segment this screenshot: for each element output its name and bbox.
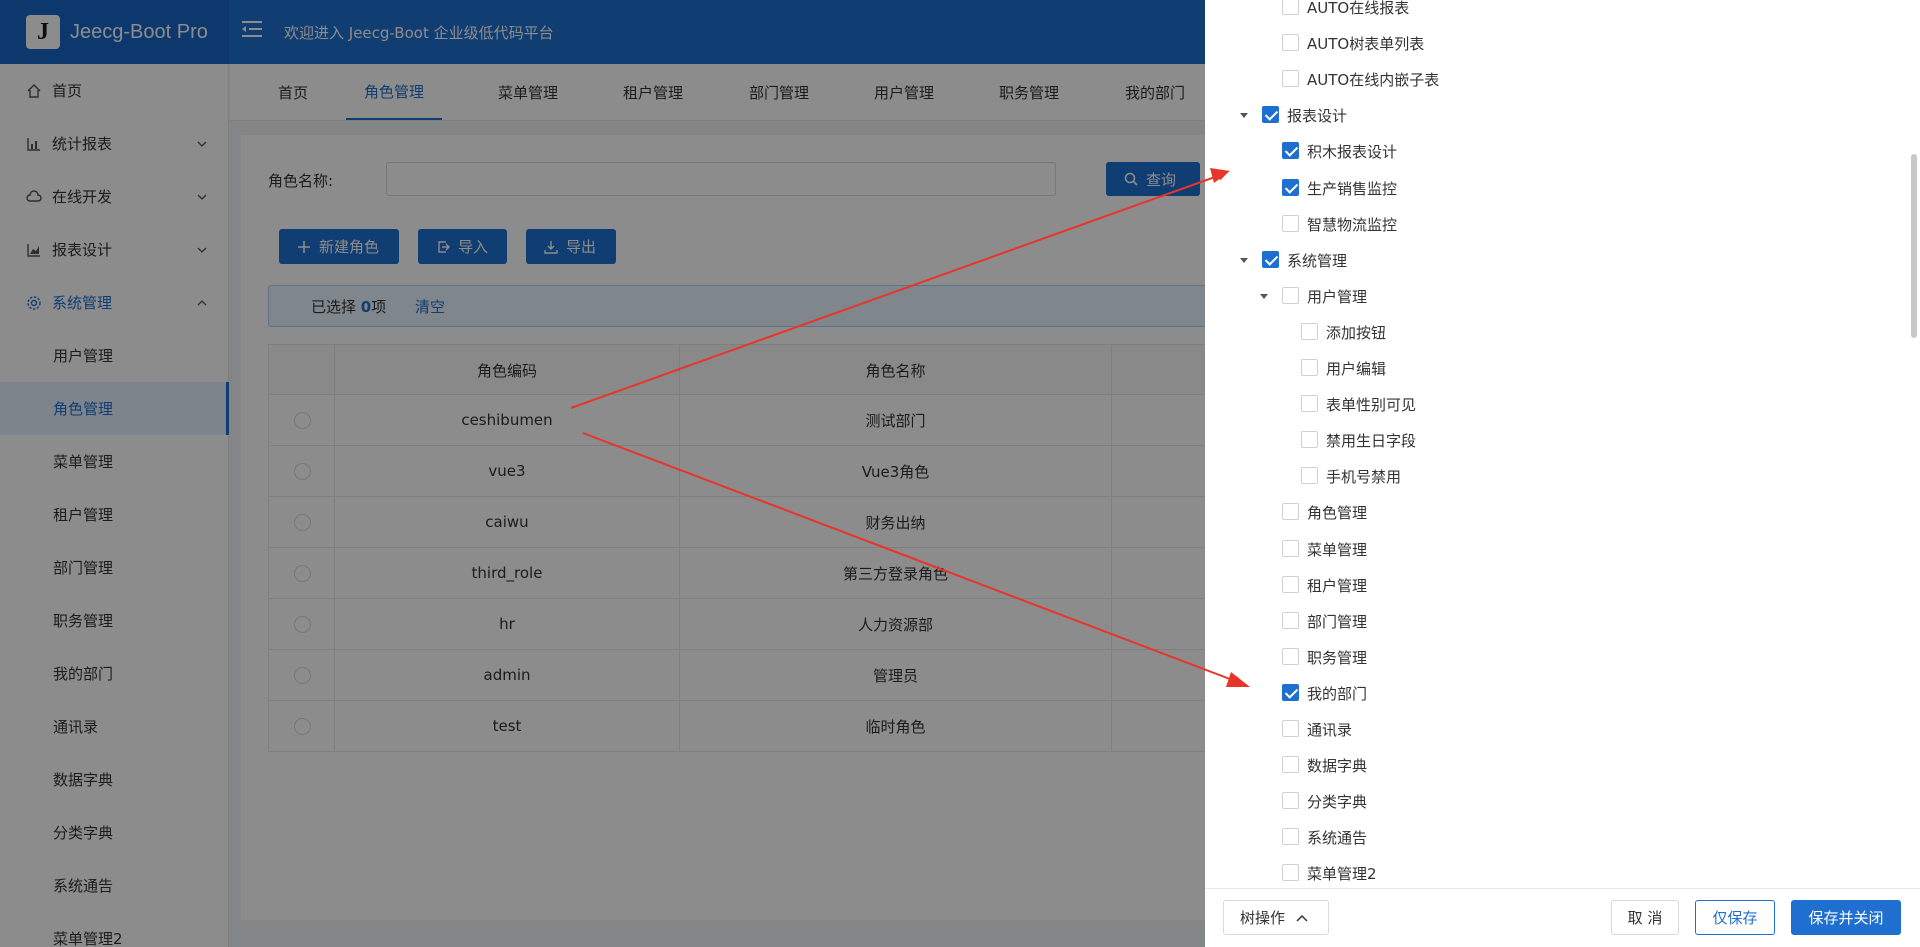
tree-node-label: 租户管理 [1307, 576, 1368, 595]
tree-checkbox[interactable] [1282, 575, 1299, 593]
tree-node-label: 智慧物流监控 [1307, 215, 1398, 234]
tree-node-label: 菜单管理2 [1307, 865, 1377, 884]
tree-node-label: 角色管理 [1307, 504, 1368, 523]
chevron-up-icon [1296, 914, 1308, 922]
tree-node-label: 系统管理 [1287, 251, 1348, 270]
tree-node-label: 部门管理 [1307, 612, 1368, 631]
tree-node-label: 禁用生日字段 [1326, 432, 1417, 451]
tree-checkbox[interactable] [1301, 395, 1318, 413]
tree-checkbox[interactable] [1282, 70, 1299, 88]
tree-node[interactable]: 手机号禁用 [1205, 462, 1905, 490]
tree-node[interactable]: 报表设计 [1205, 101, 1905, 129]
tree-checkbox[interactable] [1282, 0, 1299, 15]
tree-checkbox[interactable] [1262, 106, 1279, 124]
tree-node-label: 手机号禁用 [1326, 468, 1402, 487]
tree-node[interactable]: 积木报表设计 [1205, 137, 1905, 165]
tree-node[interactable]: 通讯录 [1205, 715, 1905, 743]
tree-checkbox[interactable] [1282, 647, 1299, 665]
tree-checkbox[interactable] [1282, 286, 1299, 304]
save-button[interactable]: 仅保存 [1695, 900, 1775, 935]
tree-checkbox[interactable] [1282, 178, 1299, 196]
tree-checkbox[interactable] [1282, 142, 1299, 160]
tree-node[interactable]: 生产销售监控 [1205, 174, 1905, 202]
tree-node-label: AUTO在线内嵌子表 [1307, 71, 1440, 90]
tree-node-label: 通讯录 [1307, 721, 1353, 739]
tree-node[interactable]: AUTO在线报表 [1205, 0, 1905, 21]
tree-node-label: 菜单管理 [1307, 540, 1368, 559]
tree-node[interactable]: 数据字典 [1205, 751, 1905, 779]
tree-node[interactable]: 角色管理 [1205, 498, 1905, 526]
caret-down-icon[interactable] [1239, 255, 1249, 265]
tree-ops-label: 树操作 [1240, 909, 1286, 927]
tree-node[interactable]: 租户管理 [1205, 571, 1905, 599]
tree-node-label: 系统通告 [1307, 829, 1368, 848]
tree-node[interactable]: 表单性别可见 [1205, 390, 1905, 418]
tree-node-label: AUTO在线报表 [1307, 0, 1410, 17]
tree-checkbox[interactable] [1301, 322, 1318, 340]
tree-node[interactable]: 职务管理 [1205, 643, 1905, 671]
tree-node-label: 表单性别可见 [1326, 396, 1417, 415]
tree-node[interactable]: 分类字典 [1205, 787, 1905, 815]
tree-node-label: 生产销售监控 [1307, 179, 1398, 198]
tree-node[interactable]: 菜单管理2 [1205, 859, 1905, 887]
cancel-button[interactable]: 取 消 [1611, 900, 1679, 935]
drawer-scrollbar[interactable] [1911, 154, 1917, 338]
tree-checkbox[interactable] [1262, 250, 1279, 268]
tree-checkbox[interactable] [1282, 756, 1299, 774]
tree-node[interactable]: 菜单管理 [1205, 535, 1905, 563]
tree-checkbox[interactable] [1301, 467, 1318, 485]
tree-node[interactable]: 添加按钮 [1205, 318, 1905, 346]
tree-node[interactable]: 禁用生日字段 [1205, 426, 1905, 454]
tree-node[interactable]: 用户管理 [1205, 282, 1905, 310]
tree-node-label: 分类字典 [1307, 793, 1368, 812]
permission-drawer: AUTO在线报表 AUTO树表单列表 AUTO在线内嵌子表报表设计积木报表设计 生产销… [1205, 0, 1920, 947]
tree-node-label: 职务管理 [1307, 648, 1368, 667]
caret-down-icon[interactable] [1259, 291, 1269, 301]
tree-node-label: 用户管理 [1307, 287, 1368, 306]
tree-node[interactable]: AUTO在线内嵌子表 [1205, 65, 1905, 93]
tree-checkbox[interactable] [1282, 214, 1299, 232]
tree-node[interactable]: 我的部门 [1205, 679, 1905, 707]
tree-node-label: AUTO树表单列表 [1307, 35, 1425, 54]
tree-checkbox[interactable] [1282, 539, 1299, 557]
tree-node-label: 报表设计 [1287, 107, 1348, 126]
tree-node[interactable]: 部门管理 [1205, 607, 1905, 635]
tree-checkbox[interactable] [1282, 864, 1299, 882]
tree-checkbox[interactable] [1301, 359, 1318, 376]
drawer-mask[interactable] [0, 0, 1205, 947]
tree-checkbox[interactable] [1282, 611, 1299, 629]
save-close-button[interactable]: 保存并关闭 [1791, 900, 1901, 935]
tree-node-label: 添加按钮 [1326, 323, 1387, 342]
tree-node[interactable]: 系统通告 [1205, 823, 1905, 851]
tree-checkbox[interactable] [1282, 683, 1299, 701]
tree-checkbox[interactable] [1282, 720, 1299, 737]
tree-node-label: 我的部门 [1307, 684, 1368, 703]
caret-down-icon[interactable] [1239, 110, 1249, 120]
tree-node-label: 数据字典 [1307, 757, 1368, 776]
tree-checkbox[interactable] [1301, 431, 1318, 449]
tree-ops-button[interactable]: 树操作 [1223, 900, 1329, 935]
tree-node[interactable]: AUTO树表单列表 [1205, 29, 1905, 57]
tree-node-label: 积木报表设计 [1307, 143, 1398, 162]
tree-node-label: 用户编辑 [1326, 360, 1387, 378]
tree-node[interactable]: 智慧物流监控 [1205, 210, 1905, 238]
tree-checkbox[interactable] [1282, 792, 1299, 810]
tree-node[interactable]: 系统管理 [1205, 246, 1905, 274]
tree-checkbox[interactable] [1282, 34, 1299, 52]
tree-node[interactable]: 用户编辑 [1205, 354, 1905, 382]
tree-checkbox[interactable] [1282, 828, 1299, 846]
tree-checkbox[interactable] [1282, 503, 1299, 521]
